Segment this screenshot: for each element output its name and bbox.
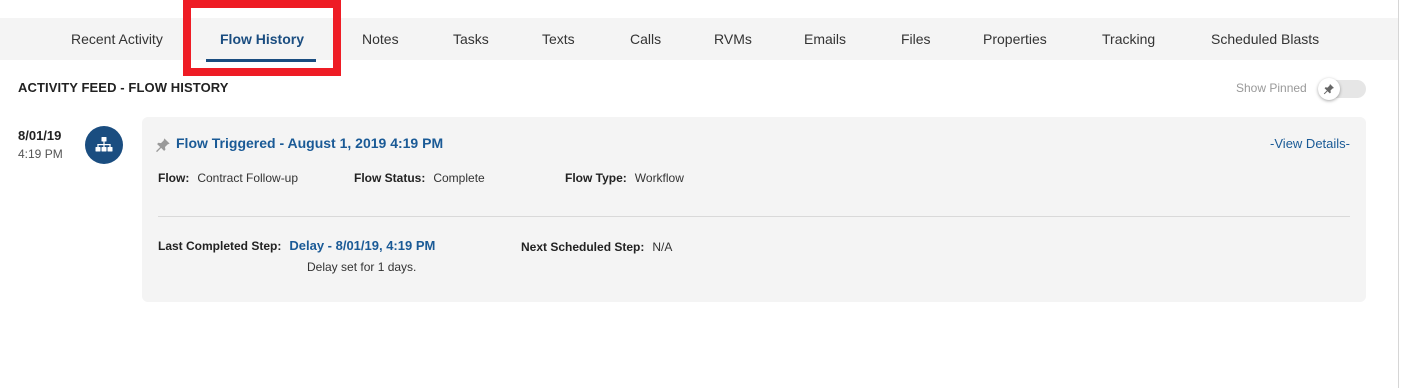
flow-type-value: Workflow	[634, 171, 684, 185]
active-tab-underline	[206, 59, 316, 62]
flow-hierarchy-icon	[85, 126, 123, 164]
card-divider	[158, 216, 1350, 217]
pin-icon[interactable]	[155, 137, 171, 153]
pin-icon	[1318, 78, 1340, 100]
last-completed-step: Last Completed Step: Delay - 8/01/19, 4:1…	[158, 238, 435, 253]
tab-properties[interactable]: Properties	[983, 18, 1047, 60]
tab-files[interactable]: Files	[901, 18, 931, 60]
view-details-link[interactable]: -View Details-	[1270, 136, 1350, 151]
tab-texts[interactable]: Texts	[542, 18, 575, 60]
flow-type-label: Flow Type:	[565, 171, 627, 185]
flow-field: Flow: Contract Follow-up	[158, 171, 298, 185]
entry-time: 4:19 PM	[18, 147, 63, 161]
flow-status-value: Complete	[433, 171, 485, 185]
feed-heading: ACTIVITY FEED - FLOW HISTORY	[18, 80, 229, 95]
tab-tasks[interactable]: Tasks	[453, 18, 489, 60]
next-step-label: Next Scheduled Step:	[521, 240, 645, 254]
tab-rvms[interactable]: RVMs	[714, 18, 752, 60]
tab-emails[interactable]: Emails	[804, 18, 846, 60]
last-step-link[interactable]: Delay - 8/01/19, 4:19 PM	[289, 238, 435, 253]
entry-date: 8/01/19	[18, 128, 62, 143]
flow-status-label: Flow Status:	[354, 171, 426, 185]
flow-history-page: Recent Activity Flow History Notes Tasks…	[0, 0, 1411, 388]
tab-flow-history[interactable]: Flow History	[220, 18, 304, 60]
show-pinned-toggle[interactable]	[1318, 78, 1366, 100]
flow-history-card: Flow Triggered - August 1, 2019 4:19 PM …	[142, 117, 1366, 302]
flow-triggered-title[interactable]: Flow Triggered - August 1, 2019 4:19 PM	[176, 135, 443, 151]
tab-calls[interactable]: Calls	[630, 18, 661, 60]
last-step-label: Last Completed Step:	[158, 239, 282, 253]
activity-tab-bar: Recent Activity Flow History Notes Tasks…	[0, 18, 1399, 60]
tab-notes[interactable]: Notes	[362, 18, 399, 60]
scroll-edge	[1398, 0, 1411, 388]
tab-scheduled-blasts[interactable]: Scheduled Blasts	[1211, 18, 1319, 60]
next-step-value: N/A	[652, 240, 673, 254]
flow-type-field: Flow Type: Workflow	[565, 171, 684, 185]
flow-status-field: Flow Status: Complete	[354, 171, 485, 185]
last-step-note: Delay set for 1 days.	[307, 260, 417, 274]
show-pinned-label: Show Pinned	[1236, 81, 1307, 95]
next-scheduled-step: Next Scheduled Step: N/A	[521, 240, 672, 254]
flow-value: Contract Follow-up	[197, 171, 299, 185]
tab-tracking[interactable]: Tracking	[1102, 18, 1155, 60]
tab-recent-activity[interactable]: Recent Activity	[71, 18, 163, 60]
flow-label: Flow:	[158, 171, 190, 185]
